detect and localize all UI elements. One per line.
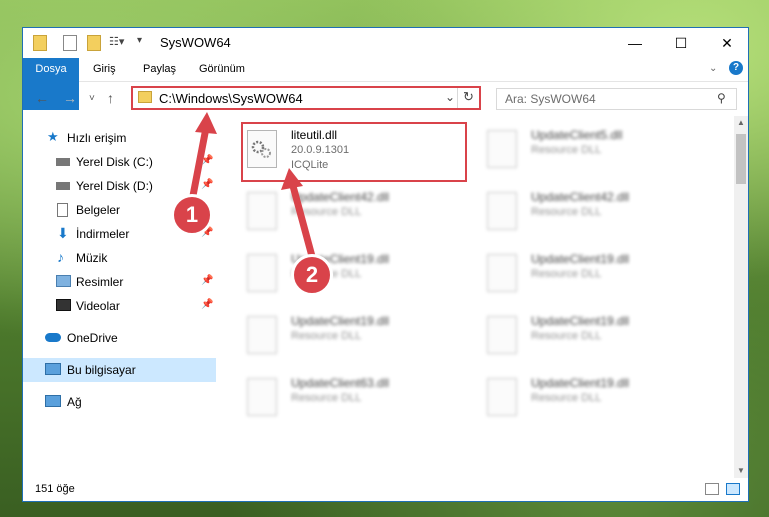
explorer-window: ☷▾ ▾ SysWOW64 — ☐ ✕ Dosya Giriş Paylaş G…: [22, 27, 749, 502]
tiles-view-icon[interactable]: [726, 483, 740, 495]
scrollbar-thumb[interactable]: [736, 134, 746, 184]
arrowhead-2: [281, 168, 303, 190]
arrow-2: [289, 182, 317, 264]
callout-1: 1: [171, 194, 213, 236]
callout-2: 2: [291, 254, 333, 296]
scroll-down-icon[interactable]: ▼: [737, 466, 745, 475]
vertical-scrollbar[interactable]: ▲ ▼: [734, 116, 748, 478]
status-bar: 151 öğe: [23, 478, 748, 501]
item-count: 151 öğe: [35, 483, 75, 495]
arrowhead-1: [195, 112, 217, 134]
details-view-icon[interactable]: [705, 483, 719, 495]
scroll-up-icon[interactable]: ▲: [737, 118, 745, 127]
annotation-arrows: [187, 112, 317, 264]
